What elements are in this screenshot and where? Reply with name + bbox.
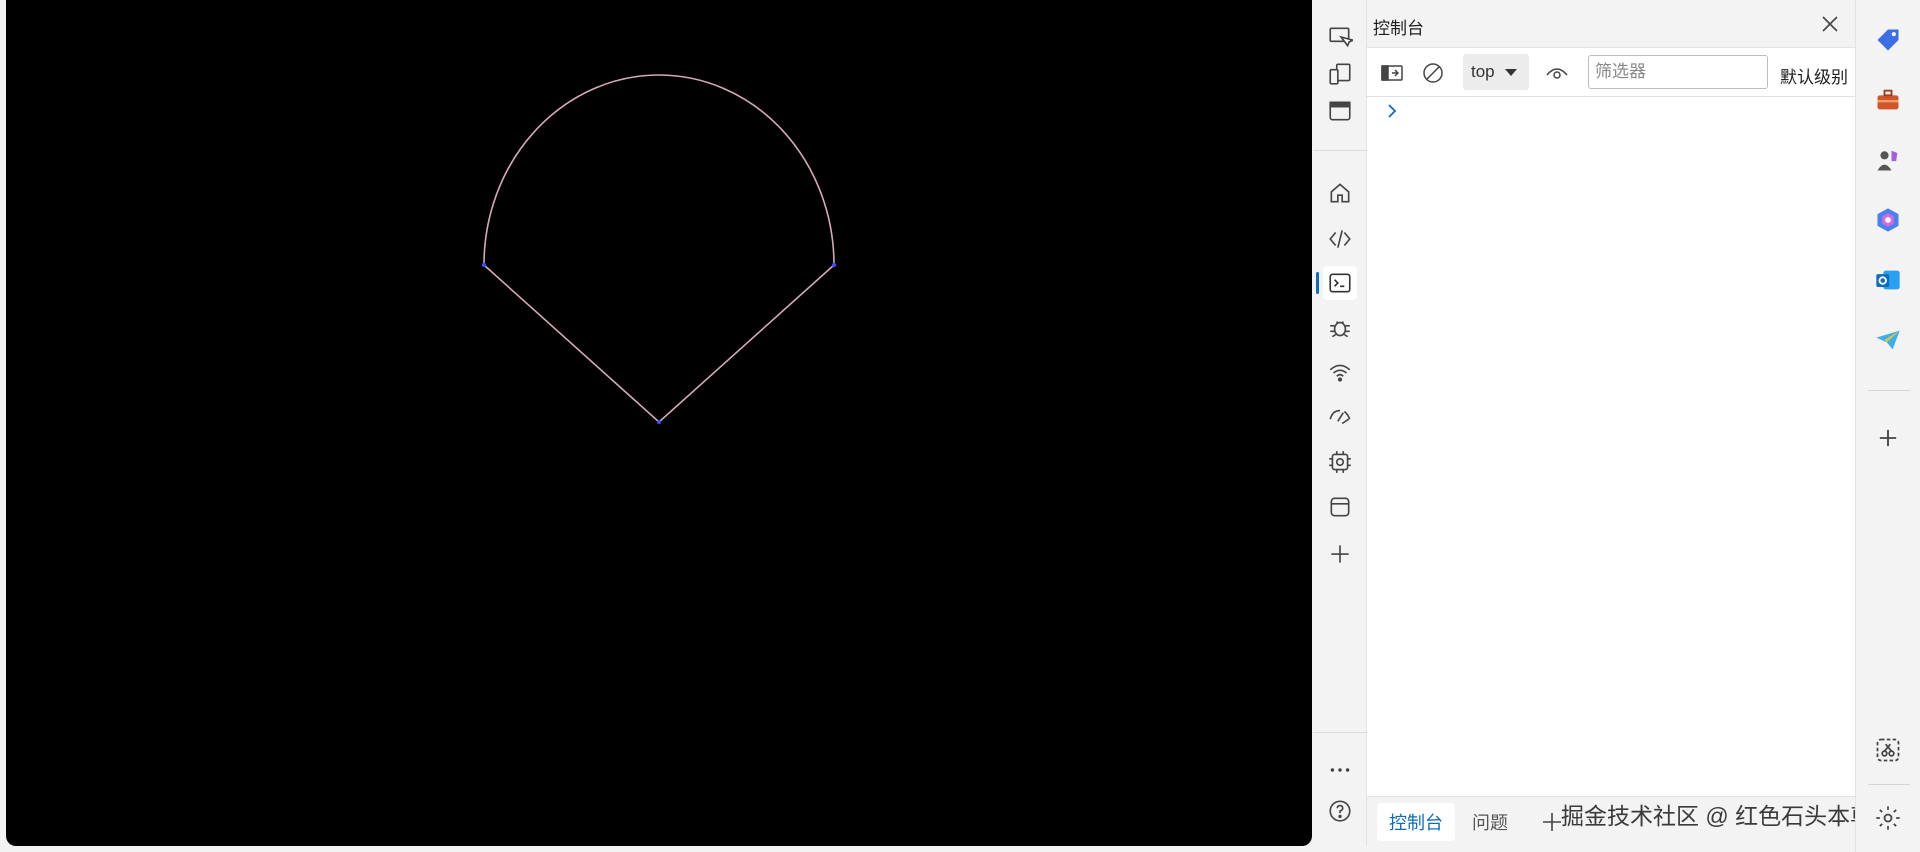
chevron-down-icon: [1505, 69, 1517, 76]
copilot-icon[interactable]: [1870, 202, 1906, 238]
window-icon[interactable]: [1323, 94, 1357, 128]
eye-icon: [1546, 68, 1568, 79]
shopping-tag-icon[interactable]: [1870, 22, 1906, 58]
watermark: 掘金技术社区 @ 红色石头本尊: [1561, 803, 1874, 829]
vertex-origin: [657, 420, 661, 424]
console-icon[interactable]: [1316, 266, 1357, 300]
close-button[interactable]: [1813, 7, 1847, 41]
application-icon[interactable]: [1323, 490, 1357, 524]
panel-header: 控制台: [1367, 0, 1855, 48]
log-levels-dropdown[interactable]: 默认级别: [1780, 63, 1848, 88]
games-icon[interactable]: [1870, 142, 1906, 178]
webgl-canvas[interactable]: [6, 0, 1312, 846]
elements-icon[interactable]: [1323, 222, 1357, 256]
console-panel: 控制台 top 默认级别 控制台: [1367, 0, 1873, 846]
inspect-icon[interactable]: [1323, 20, 1357, 54]
sector-edge-left: [483, 264, 660, 423]
clear-console-button[interactable]: [1417, 57, 1449, 89]
sidebar-separator: [1868, 390, 1910, 391]
performance-icon[interactable]: [1323, 400, 1357, 434]
tools-icon[interactable]: [1870, 82, 1906, 118]
close-icon: [1822, 16, 1838, 32]
help-icon[interactable]: [1323, 794, 1357, 828]
telegram-icon[interactable]: [1870, 322, 1906, 358]
home-icon[interactable]: [1323, 176, 1357, 210]
tab-console[interactable]: 控制台: [1377, 803, 1455, 841]
memory-chip-icon[interactable]: [1323, 445, 1357, 479]
browser-window: 控制台 top 默认级别 控制台: [0, 0, 1920, 852]
screenshot-icon[interactable]: [1870, 732, 1906, 768]
device-emulation-icon[interactable]: [1323, 57, 1357, 91]
more-icon[interactable]: [1323, 753, 1357, 787]
sources-bug-icon[interactable]: [1323, 311, 1357, 345]
console-prompt[interactable]: [1383, 102, 1403, 122]
sector-edge-right: [658, 264, 835, 423]
activity-separator-bottom: [1313, 732, 1367, 733]
context-selector[interactable]: top: [1463, 54, 1529, 90]
settings-gear-icon[interactable]: [1870, 800, 1906, 836]
scene-drawing: [481, 72, 972, 650]
outlook-icon[interactable]: [1870, 262, 1906, 298]
activity-separator: [1313, 150, 1367, 151]
add-tool-icon[interactable]: [1323, 537, 1357, 571]
vertex-right: [831, 262, 837, 268]
sidebar-toggle-icon: [1381, 65, 1403, 81]
drawer-tab-bar: 控制台 问题 掘金技术社区 @ 红色石头本尊: [1367, 796, 1873, 846]
browser-sidebar: [1855, 0, 1920, 852]
vertex-left: [481, 262, 487, 268]
filter-input[interactable]: [1588, 55, 1768, 89]
add-icon: [1543, 813, 1561, 831]
clear-icon: [1423, 63, 1443, 83]
live-expression-button[interactable]: [1541, 57, 1573, 89]
sidebar-separator-bottom: [1868, 784, 1910, 785]
show-sidebar-button[interactable]: [1376, 57, 1408, 89]
add-icon[interactable]: [1870, 420, 1906, 456]
chevron-right-icon: [1388, 104, 1397, 118]
network-wifi-icon[interactable]: [1323, 356, 1357, 390]
devtools-activity-bar: [1313, 0, 1367, 846]
context-value: top: [1471, 62, 1495, 81]
panel-title: 控制台: [1373, 19, 1424, 38]
tab-issues[interactable]: 问题: [1460, 803, 1520, 841]
console-toolbar: top 默认级别: [1367, 49, 1855, 97]
